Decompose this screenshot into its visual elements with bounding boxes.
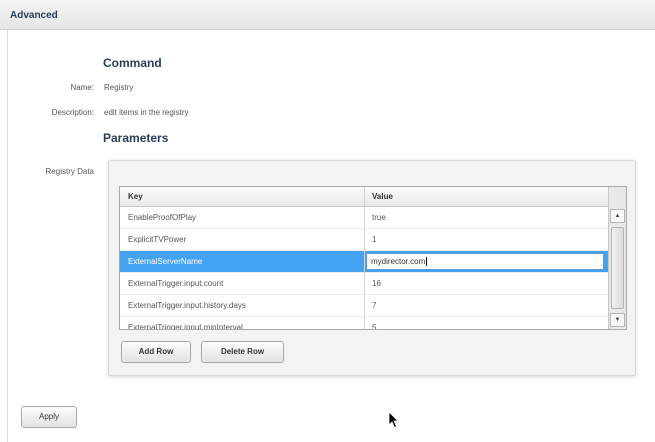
row-value-editor[interactable]: mydirector.com	[366, 253, 604, 270]
name-value: Registry	[104, 83, 134, 92]
description-label: Description:	[51, 108, 94, 117]
column-divider[interactable]	[364, 187, 365, 329]
registry-grid[interactable]: Key Value EnableProofOfPlay true Explici…	[119, 186, 627, 330]
text-caret	[426, 257, 428, 267]
left-border	[7, 30, 8, 442]
add-row-button[interactable]: Add Row	[121, 341, 191, 363]
scroll-down-icon[interactable]: ▼	[610, 313, 625, 327]
row-key: ExternalTrigger.input.history.days	[128, 301, 246, 310]
row-value: 16	[372, 279, 381, 288]
mouse-pointer-icon	[388, 411, 399, 429]
row-key: EnableProofOfPlay	[128, 213, 197, 222]
parameters-section-title: Parameters	[103, 131, 169, 145]
scrollbar-thumb[interactable]	[611, 227, 624, 309]
registry-data-label: Registry Data	[45, 167, 94, 176]
column-header-value[interactable]: Value	[372, 192, 393, 201]
row-value: 1	[372, 235, 377, 244]
row-value: 5	[372, 323, 377, 330]
scroll-up-icon[interactable]: ▲	[610, 209, 625, 223]
row-key: ExplicitTVPower	[128, 235, 187, 244]
vertical-scrollbar[interactable]: ▲ ▼	[608, 187, 626, 329]
command-section-title: Command	[103, 56, 162, 70]
description-value: edit items in the registry	[104, 108, 189, 117]
row-key: ExternalTrigger.input.minInterval	[128, 323, 243, 330]
row-value-editor-text: mydirector.com	[371, 257, 426, 266]
row-value: true	[372, 213, 386, 222]
column-header-key[interactable]: Key	[128, 192, 143, 201]
name-label: Name:	[70, 83, 94, 92]
row-key: ExternalServerName	[128, 257, 203, 266]
row-value: 7	[372, 301, 377, 310]
apply-button[interactable]: Apply	[21, 406, 77, 428]
header-title: Advanced	[10, 10, 58, 21]
row-key: ExternalTrigger.input.count	[128, 279, 224, 288]
advanced-header: Advanced	[0, 0, 655, 30]
delete-row-button[interactable]: Delete Row	[201, 341, 284, 363]
